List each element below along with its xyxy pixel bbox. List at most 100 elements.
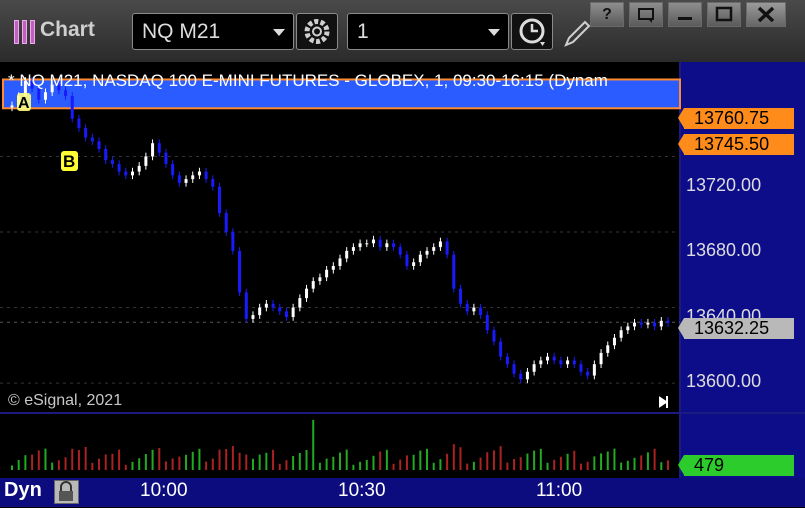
chevron-down-icon[interactable]	[273, 29, 285, 36]
volume-bar	[185, 454, 188, 470]
time-axis	[0, 478, 805, 507]
volume-bar	[37, 450, 40, 470]
volume-bar	[278, 463, 281, 470]
volume-bar	[653, 448, 656, 470]
volume-bar	[17, 460, 20, 470]
candle	[452, 250, 456, 293]
symbol-settings-button[interactable]	[296, 13, 338, 50]
volume-bar	[218, 449, 221, 470]
volume-bar	[265, 452, 268, 470]
volume-bar	[640, 455, 643, 470]
volume-bar	[178, 456, 181, 470]
volume-bar	[586, 461, 589, 470]
volume-bar	[339, 452, 341, 470]
volume-bar	[352, 464, 355, 470]
volume-bar	[519, 457, 522, 470]
volume-tag: 479	[678, 455, 794, 476]
volume-bar	[492, 450, 495, 470]
volume-bar	[104, 454, 107, 470]
volume-bar	[633, 457, 636, 470]
app-title: Chart	[40, 18, 95, 41]
lock-icon	[59, 481, 73, 501]
volume-bar	[318, 462, 321, 470]
interval-time-button[interactable]	[511, 13, 553, 50]
volume-bar	[191, 451, 194, 470]
minimize-icon	[678, 17, 692, 20]
volume-bar	[573, 450, 576, 470]
marker-a: A	[18, 95, 30, 112]
chart-header: * NQ M21, NASDAQ 100 E-MINI FUTURES - GL…	[8, 71, 608, 90]
time-tick: 10:30	[338, 480, 386, 501]
volume-bar	[646, 452, 649, 470]
volume-bar	[392, 463, 395, 470]
volume-bar	[459, 447, 462, 470]
volume-bar	[325, 458, 328, 470]
chevron-down-icon[interactable]	[488, 29, 500, 36]
volume-bar	[379, 451, 382, 470]
volume-bar	[385, 449, 388, 470]
candle	[224, 209, 228, 236]
marker-b: B	[63, 152, 75, 171]
volume-bar	[359, 461, 362, 470]
volume-bar	[211, 458, 214, 470]
volume-bar	[399, 459, 402, 470]
lock-button[interactable]	[54, 480, 79, 504]
volume-bar	[205, 461, 208, 470]
volume-bar	[446, 453, 449, 470]
volume-bar	[419, 450, 422, 470]
time-tick: 10:00	[140, 480, 188, 501]
volume-bar	[238, 452, 241, 470]
volume-bar	[124, 464, 127, 470]
interval-value: 1	[357, 20, 369, 43]
volume-bar	[77, 450, 80, 470]
volume-bar	[84, 447, 87, 470]
volume-bar	[71, 448, 74, 470]
gear-icon	[304, 19, 330, 44]
time-tick: 11:00	[536, 480, 583, 501]
maximize-button[interactable]	[707, 2, 741, 27]
price-tick: 13680.00	[686, 240, 762, 260]
volume-bar	[365, 460, 368, 470]
volume-bar	[345, 449, 348, 470]
volume-bar	[98, 458, 101, 470]
volume-bar	[57, 460, 60, 470]
volume-bar	[613, 448, 616, 470]
help-button[interactable]: ?	[590, 2, 624, 27]
volume-bar	[600, 453, 603, 470]
minimize-button[interactable]	[668, 2, 702, 27]
volume-bar	[285, 460, 288, 470]
volume-bar	[486, 452, 489, 470]
volume-bar	[272, 449, 275, 470]
volume-bar	[472, 461, 475, 470]
symbol-combobox[interactable]: NQ M21	[132, 13, 294, 50]
volume-bar	[138, 458, 141, 470]
volume-bar	[526, 453, 529, 470]
band-lower-tag: 13745.50	[678, 134, 794, 155]
volume-bar	[44, 448, 47, 470]
volume-bar	[405, 455, 408, 470]
volume-bar	[566, 453, 569, 470]
volume-bar	[151, 449, 154, 470]
volume-bar	[305, 450, 308, 470]
volume-bar	[64, 457, 67, 470]
interval-combobox[interactable]: 1	[347, 13, 509, 50]
volume-bar	[412, 454, 415, 470]
band-upper-tag: 13760.75	[678, 108, 794, 129]
volume-bar	[432, 462, 435, 470]
volume-bar	[158, 448, 161, 470]
volume-bar	[231, 446, 234, 470]
candle	[70, 92, 74, 123]
maximize-icon	[715, 6, 733, 22]
volume-bar	[479, 457, 482, 470]
pencil-icon[interactable]	[561, 18, 591, 50]
volume-bar	[118, 449, 121, 470]
volume-bar	[513, 459, 516, 470]
volume-bar	[466, 463, 469, 470]
volume-bar	[298, 453, 301, 470]
price-tick: 13720.00	[686, 175, 762, 195]
dynamic-mode-label[interactable]: Dyn	[4, 479, 42, 502]
close-button[interactable]	[746, 2, 786, 27]
volume-bar	[131, 461, 134, 470]
restore-button[interactable]	[629, 2, 663, 27]
volume-bar	[332, 456, 335, 470]
